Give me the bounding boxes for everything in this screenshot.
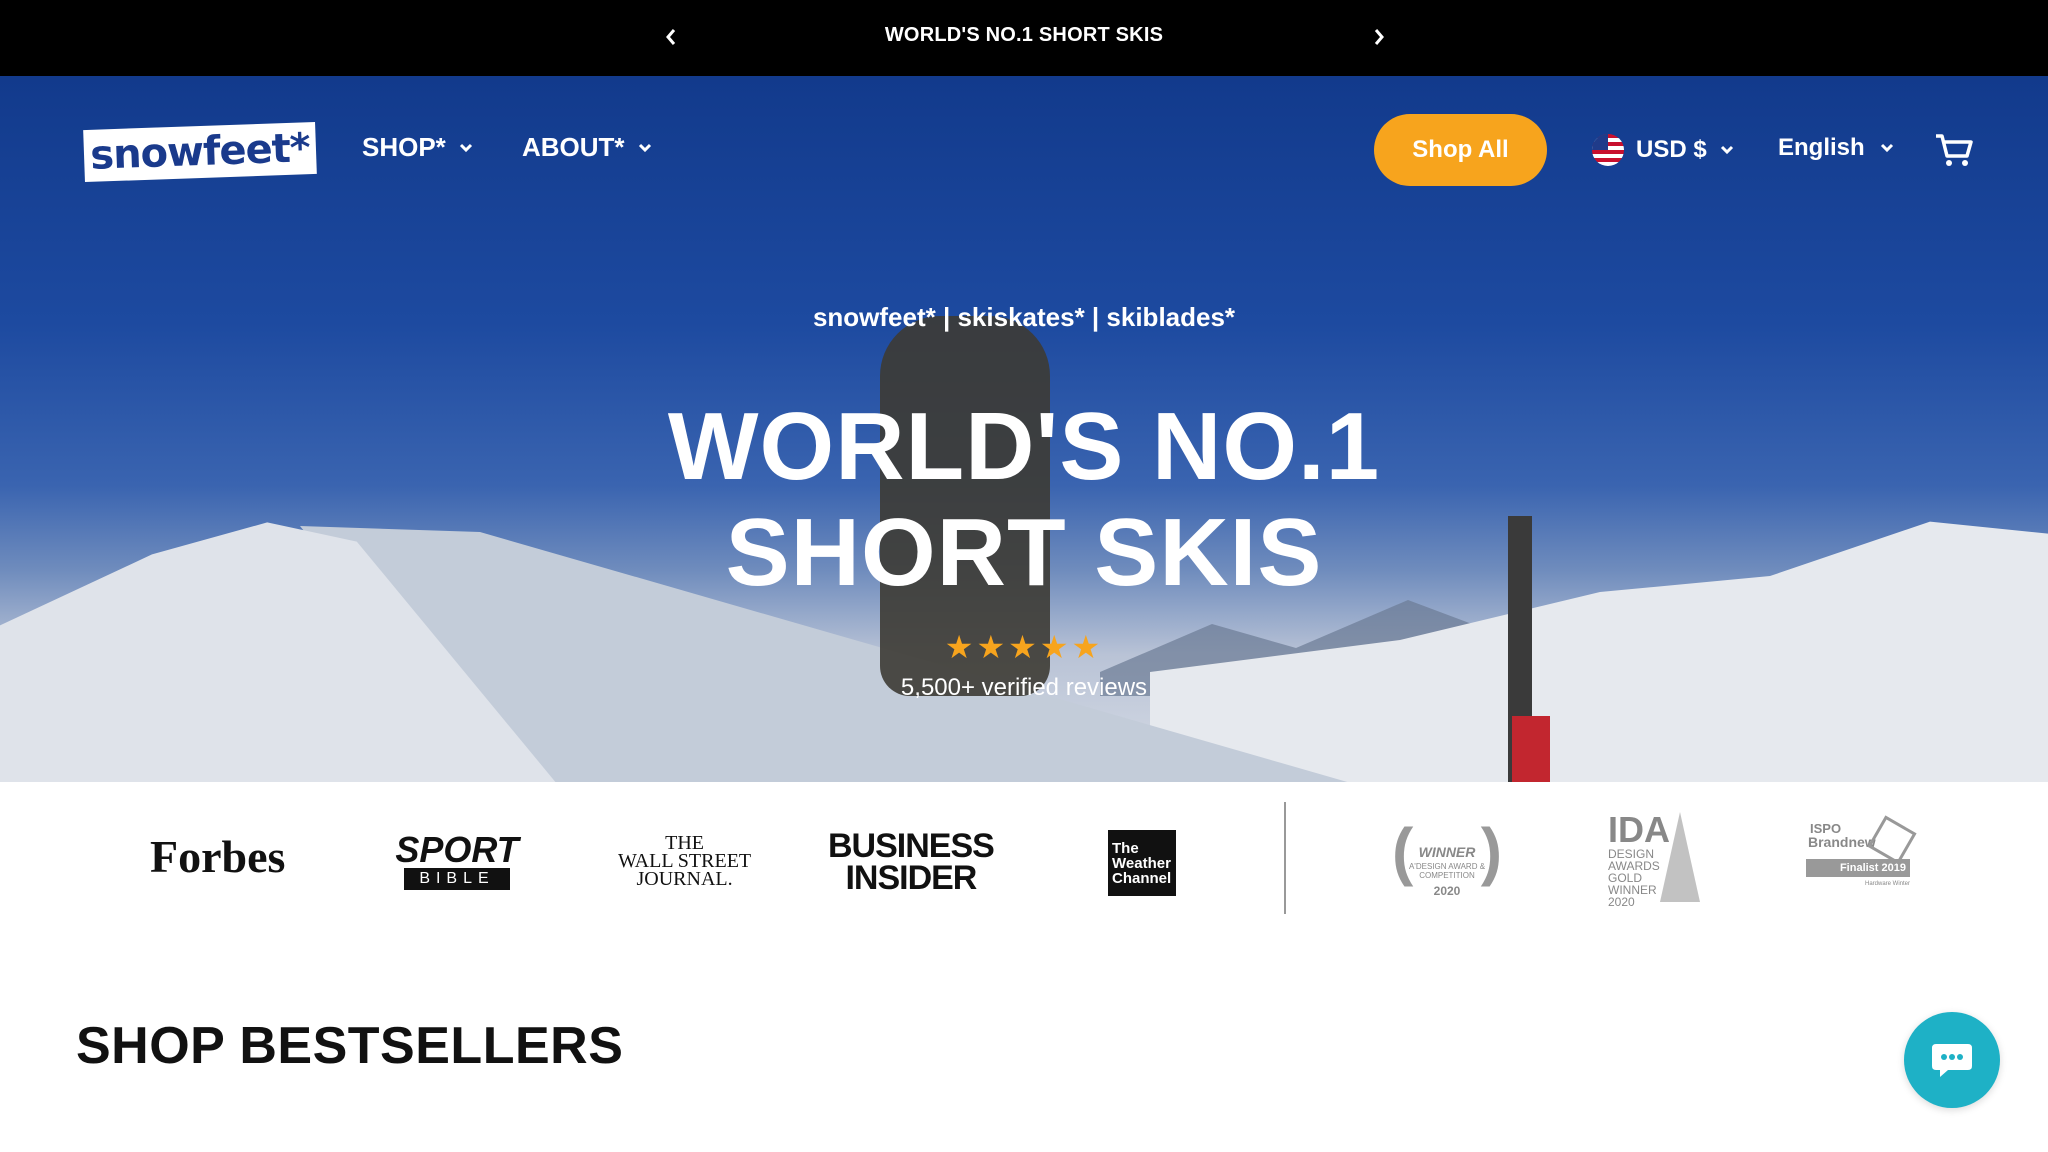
wsj-line3: JOURNAL. [636, 868, 733, 890]
sport-bible-bottom: BIBLE [404, 868, 510, 890]
chevron-down-icon [1720, 145, 1733, 155]
chat-button[interactable] [1904, 1012, 2000, 1108]
site-logo[interactable]: snowfeet* [83, 121, 317, 183]
currency-selector[interactable]: USD $ [1592, 134, 1735, 166]
currency-label: USD $ [1636, 136, 1707, 163]
award1-sub: A'DESIGN AWARD & COMPETITION [1408, 862, 1486, 880]
award1-title: WINNER [1418, 844, 1476, 860]
weather-channel-logo: The Weather Channel [1108, 830, 1176, 896]
logo-text: snowfeet* [89, 125, 311, 179]
nav-shop-label: SHOP* [362, 132, 446, 162]
wc-line2: Weather [1112, 854, 1171, 872]
hero-banner: snowfeet* | skiskates* | skiblades* WORL… [0, 76, 2048, 782]
bestsellers-title: SHOP BESTSELLERS [76, 1017, 624, 1075]
hero-title-line1: WORLD'S NO.1 [667, 393, 1381, 500]
bi-line2: INSIDER [845, 859, 977, 897]
reviews-count: 5,500+ verified reviews [900, 674, 1148, 701]
chevron-down-icon [459, 143, 472, 152]
ida-award-badge: IDA DESIGN AWARDS GOLD WINNER 2020 [1608, 812, 1700, 908]
forbes-logo: Forbes [150, 831, 286, 882]
hero-subtitle: snowfeet* | skiskates* | skiblades* [812, 302, 1236, 332]
us-flag-icon [1592, 134, 1624, 166]
announcement-text: WORLD'S NO.1 SHORT SKIS [884, 24, 1164, 46]
cart-icon[interactable] [1934, 132, 1974, 168]
ispo-foot: Hardware Winter [1864, 881, 1910, 887]
press-divider [1284, 802, 1286, 914]
ida-triangle-icon [1660, 812, 1700, 902]
wsj-logo: THE WALL STREET JOURNAL. [618, 833, 751, 890]
business-insider-logo: BUSINESS INSIDER [828, 827, 995, 897]
language-label: English [1778, 134, 1865, 161]
hero-lift-base [1512, 716, 1550, 782]
sport-bible-logo: SPORT BIBLE [395, 832, 519, 890]
bi-line1: BUSINESS [828, 827, 995, 865]
shop-all-button[interactable]: Shop All [1374, 114, 1547, 186]
wc-line3: Channel [1112, 869, 1172, 887]
hero-title: WORLD'S NO.1 SHORT SKIS [0, 394, 2048, 606]
award1-year: 2020 [1433, 884, 1461, 898]
nav-about[interactable]: ABOUT* [522, 132, 653, 163]
wc-line1: The [1112, 839, 1139, 857]
language-selector[interactable]: English [1778, 134, 1895, 162]
chat-icon [1932, 1044, 1972, 1077]
nav-shop[interactable]: SHOP* [362, 132, 474, 163]
rating-stars: ★★★★★ [944, 629, 1104, 665]
chevron-down-icon [1880, 143, 1893, 153]
press-logos: Forbes SPORT BIBLE THE WALL STREET JOURN… [0, 782, 2048, 932]
chevron-down-icon [638, 143, 651, 152]
sport-bible-top: SPORT [395, 829, 519, 870]
hero-title-line2: SHORT SKIS [725, 499, 1323, 606]
chevron-right-icon[interactable] [1364, 22, 1394, 52]
adesign-award-badge: ( ) WINNER A'DESIGN AWARD & COMPETITION … [1392, 816, 1502, 906]
announcement-bar: WORLD'S NO.1 SHORT SKIS [0, 0, 2048, 76]
ispo-award-badge: ISPO Brandnew Finalist 2019 Hardware Win… [1806, 815, 1917, 904]
nav-about-label: ABOUT* [522, 132, 625, 162]
